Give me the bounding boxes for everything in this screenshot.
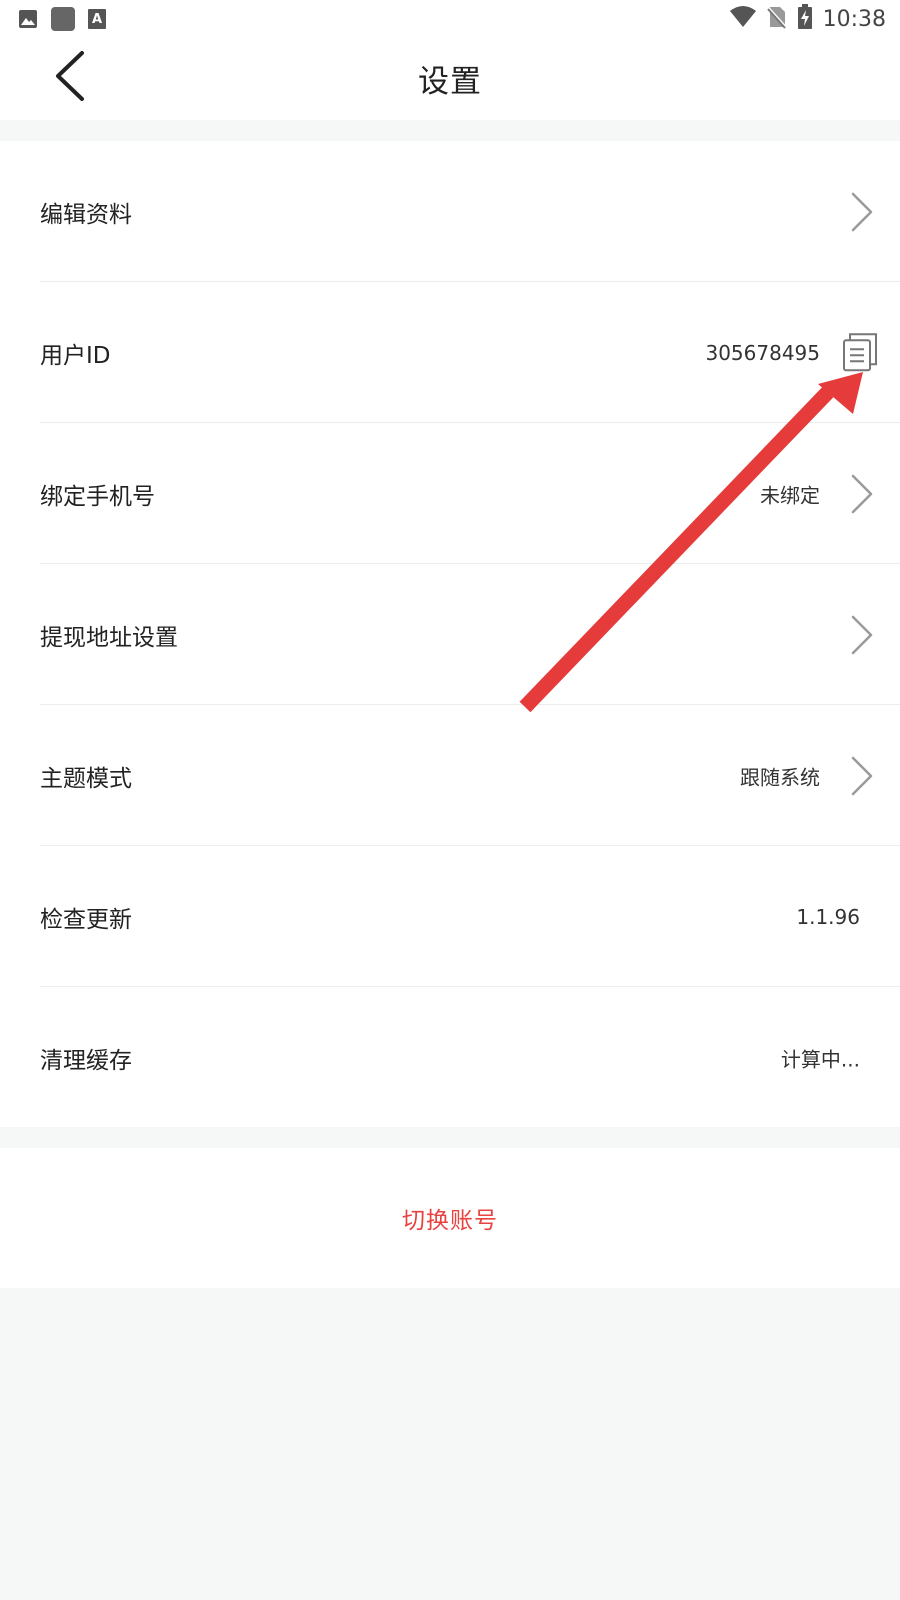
svg-text:A: A: [92, 12, 102, 27]
check-update-label: 检查更新: [40, 906, 132, 933]
bind-phone-value: 未绑定: [760, 483, 820, 507]
battery-charging-icon: [797, 4, 813, 34]
user-id-value: 305678495: [705, 340, 820, 365]
status-left-icons: A: [18, 6, 106, 36]
clear-cache-label: 清理缓存: [40, 1047, 132, 1074]
theme-mode-row[interactable]: 主题模式 跟随系统: [0, 705, 900, 846]
status-right-icons: 10:38: [729, 4, 886, 34]
user-id-row: 用户ID 305678495: [0, 282, 900, 423]
page-title: 设置: [418, 64, 482, 100]
text-a-icon: A: [88, 9, 106, 33]
user-id-label: 用户ID: [40, 342, 111, 369]
square-notification-icon: [50, 6, 76, 36]
cache-size-value: 计算中...: [780, 1047, 860, 1071]
no-sim-icon: [766, 5, 787, 33]
theme-mode-label: 主题模式: [40, 765, 132, 792]
status-bar: A 10:38: [0, 0, 900, 38]
bind-phone-row[interactable]: 绑定手机号 未绑定: [0, 423, 900, 564]
theme-mode-value: 跟随系统: [740, 765, 820, 789]
edit-profile-row[interactable]: 编辑资料: [0, 141, 900, 282]
status-time: 10:38: [822, 6, 886, 32]
version-value: 1.1.96: [796, 904, 860, 929]
switch-account-label: 切换账号: [402, 1208, 498, 1234]
copy-icon[interactable]: [842, 332, 878, 372]
wifi-icon: [729, 5, 757, 33]
image-icon: [18, 9, 38, 33]
withdraw-address-label: 提现地址设置: [40, 624, 178, 651]
clear-cache-row[interactable]: 清理缓存 计算中...: [0, 987, 900, 1128]
chevron-right-icon: [848, 754, 876, 798]
settings-list: 编辑资料 用户ID 305678495 绑定手机号 未绑定 提现地址设置 主题模…: [0, 141, 900, 1127]
chevron-right-icon: [848, 472, 876, 516]
chevron-right-icon: [848, 190, 876, 234]
app-header: 设置: [0, 38, 900, 120]
withdraw-address-row[interactable]: 提现地址设置: [0, 564, 900, 705]
edit-profile-label: 编辑资料: [40, 201, 132, 228]
bind-phone-label: 绑定手机号: [40, 483, 155, 510]
check-update-row[interactable]: 检查更新 1.1.96: [0, 846, 900, 987]
chevron-right-icon: [848, 613, 876, 657]
switch-account-button[interactable]: 切换账号: [0, 1148, 900, 1288]
